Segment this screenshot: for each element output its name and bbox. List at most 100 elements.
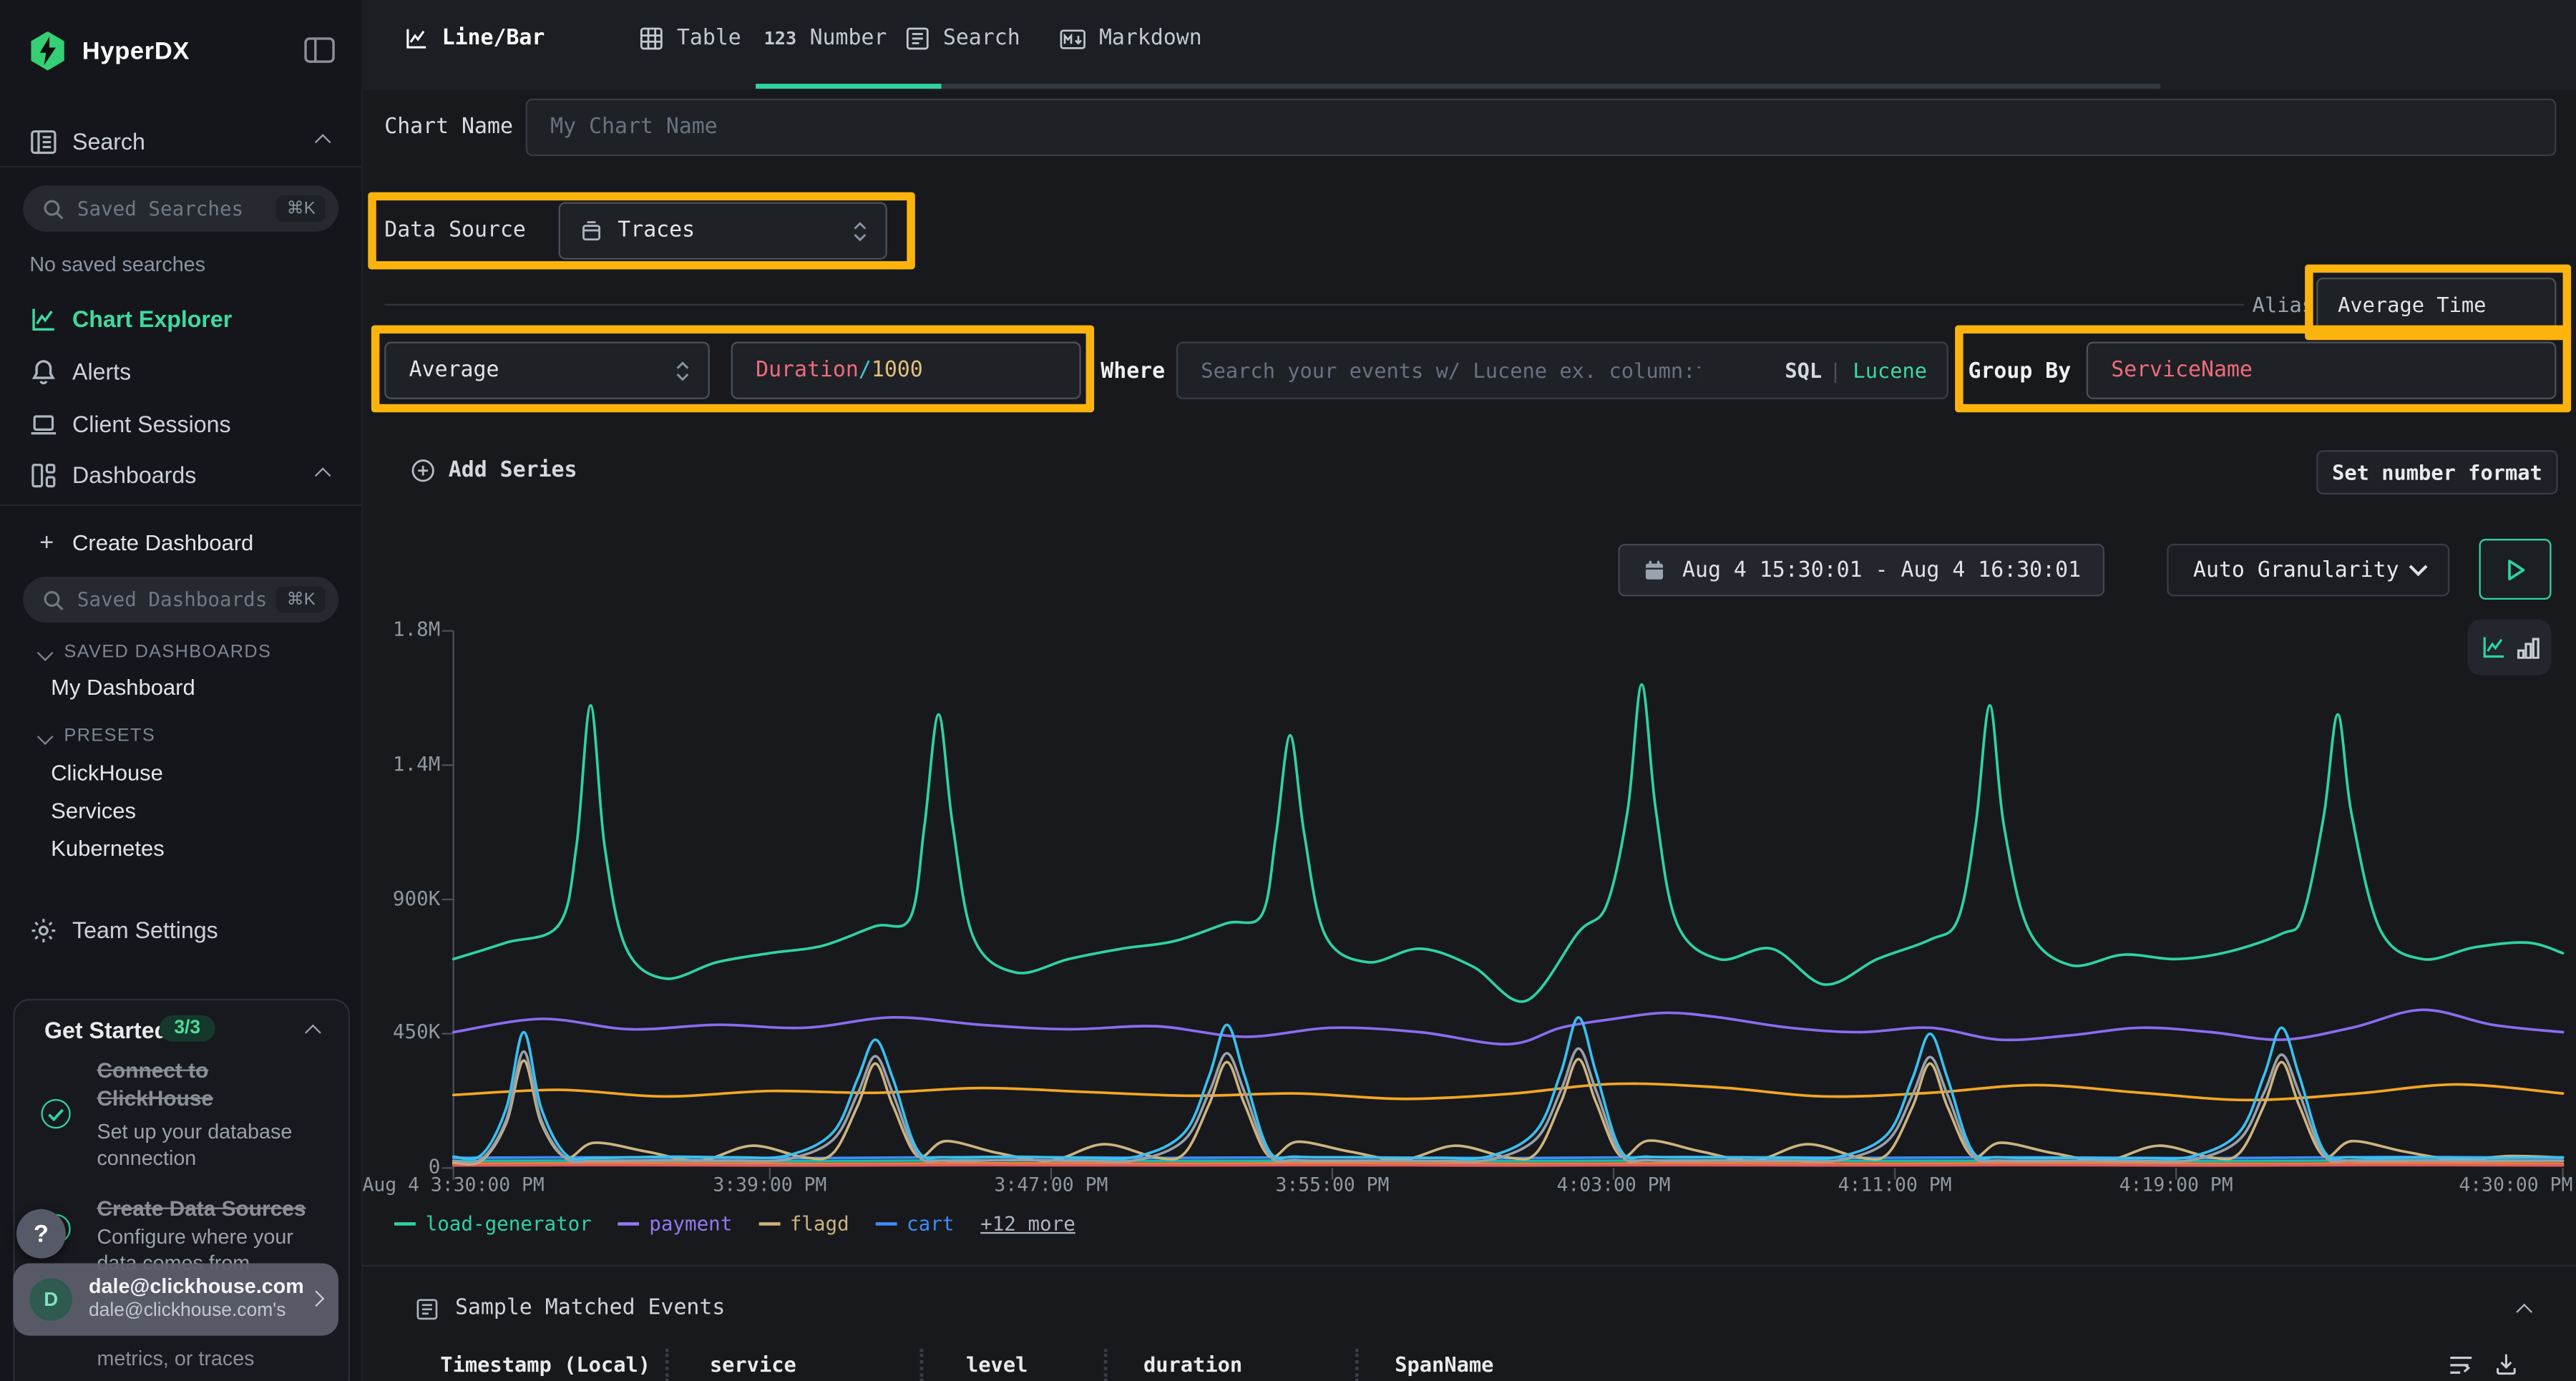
divider (0, 166, 361, 167)
saved-searches-input[interactable]: Saved Searches ⌘K (23, 185, 338, 231)
add-series-button[interactable]: Add Series (411, 459, 577, 483)
date-range-value: Aug 4 15:30:01 - Aug 4 16:30:01 (1682, 557, 2081, 582)
legend-item[interactable]: payment (618, 1212, 733, 1235)
column-resize-handle[interactable] (1355, 1349, 1359, 1381)
legend-more-link[interactable]: +12 more (980, 1212, 1075, 1235)
chart-legend: load-generator payment flagd cart +12 more (394, 1212, 1075, 1235)
timeseries-chart[interactable] (368, 616, 2576, 1194)
where-label: Where (1101, 360, 1165, 384)
sidebar-item-clickhouse[interactable]: ClickHouse (51, 761, 163, 785)
gear-icon (29, 916, 57, 944)
chart-explorer-icon (29, 305, 57, 333)
tab-table[interactable]: Table (639, 26, 741, 51)
data-source-select[interactable]: Traces (559, 202, 887, 259)
circle-plus-icon (411, 459, 435, 483)
alias-label: Alias (2253, 293, 2314, 317)
series-series-amber (454, 1163, 2563, 1164)
tab-underline-track (756, 84, 2160, 89)
y-tick-label: 1.4M (361, 752, 440, 775)
alias-input[interactable]: Average Time (2316, 278, 2556, 330)
sidebar-item-alerts[interactable]: Alerts (0, 351, 361, 391)
run-query-button[interactable] (2479, 539, 2552, 600)
sidebar-search-label: Search (72, 128, 145, 155)
legend-item[interactable]: load-generator (394, 1212, 592, 1235)
sidebar-item-my-dashboard[interactable]: My Dashboard (51, 675, 195, 700)
x-tick-label: 4:03:00 PM (1557, 1173, 1671, 1196)
chart-type-tabbar: Line/Bar Table 123 Number Search Markdow… (361, 0, 2576, 90)
column-header-timestamp-local-[interactable]: Timestamp (Local) (440, 1352, 650, 1377)
column-resize-handle[interactable] (665, 1349, 669, 1381)
brand-title: HyperDX (82, 38, 190, 66)
column-resize-handle[interactable] (1104, 1349, 1108, 1381)
chart-name-input[interactable] (526, 99, 2557, 156)
sidebar-item-services[interactable]: Services (51, 799, 136, 823)
chart-name-label: Chart Name (384, 115, 513, 140)
create-dashboard-button[interactable]: + Create Dashboard (0, 522, 361, 562)
date-range-button[interactable]: Aug 4 15:30:01 - Aug 4 16:30:01 (1618, 544, 2104, 596)
collapse-sidebar-icon[interactable] (304, 36, 336, 64)
get-started-item-title[interactable]: Connect to ClickHouse (97, 1056, 310, 1112)
legend-item[interactable]: cart (875, 1212, 954, 1235)
get-started-item-desc: Set up your database connection (97, 1119, 318, 1171)
series-payment (454, 1010, 2563, 1044)
saved-dashboards-placeholder: Saved Dashboards (77, 588, 267, 611)
tab-search[interactable]: Search (905, 26, 1020, 51)
hyperdx-logo-icon (29, 31, 66, 71)
field-token: Duration (756, 358, 859, 383)
chevron-right-icon (308, 1291, 325, 1307)
chevron-down-icon (37, 644, 54, 660)
collapse-events-icon[interactable] (2516, 1304, 2532, 1320)
shortcut-badge: ⌘K (277, 195, 326, 222)
group-by-input[interactable]: ServiceName (2087, 342, 2557, 399)
sidebar-item-team-settings[interactable]: Team Settings (0, 910, 361, 950)
x-tick-label: 4:30:00 PM (2459, 1173, 2572, 1196)
legend-item[interactable]: flagd (758, 1212, 849, 1235)
wrap-lines-icon[interactable] (2448, 1354, 2474, 1377)
set-number-format-button[interactable]: Set number format (2316, 450, 2557, 494)
granularity-select[interactable]: Auto Granularity (2167, 544, 2449, 596)
chevron-up-icon[interactable] (305, 1025, 321, 1041)
aggregation-select[interactable]: Average (384, 342, 710, 399)
column-header-spanname[interactable]: SpanName (1395, 1352, 1493, 1377)
select-chevrons-icon (851, 220, 869, 243)
list-box-icon (905, 26, 930, 51)
tab-number[interactable]: 123 Number (764, 26, 887, 51)
saved-searches-placeholder: Saved Searches (77, 197, 243, 220)
sidebar-item-dashboards[interactable]: Dashboards (0, 455, 361, 494)
saved-dashboards-input[interactable]: Saved Dashboards ⌘K (23, 577, 338, 623)
help-button[interactable]: ? (16, 1209, 66, 1259)
get-started-item-title[interactable]: Create Data Sources (97, 1194, 335, 1222)
get-started-progress-badge: 3/3 (160, 1015, 215, 1042)
series-series-cyan (454, 1018, 2563, 1159)
column-header-level[interactable]: level (966, 1352, 1028, 1377)
tab-line-bar[interactable]: Line/Bar (404, 26, 545, 51)
sidebar-item-chart-explorer[interactable]: Chart Explorer (0, 299, 361, 338)
shortcut-badge: ⌘K (277, 587, 326, 613)
number-123-icon: 123 (764, 28, 797, 49)
tab-markdown[interactable]: Markdown (1060, 26, 1202, 51)
download-icon[interactable] (2494, 1352, 2518, 1377)
field-expression-input[interactable]: Duration / 1000 (731, 342, 1081, 399)
presets-header[interactable]: PRESETS (39, 726, 155, 746)
calendar-icon (1643, 559, 1666, 582)
user-account-chip[interactable]: D dale@clickhouse.com dale@clickhouse.co… (13, 1264, 338, 1336)
where-input[interactable]: SQL | Lucene (1176, 342, 1948, 399)
sql-mode-toggle[interactable]: SQL (1785, 358, 1822, 383)
granularity-value: Auto Granularity (2193, 557, 2399, 582)
legend-label: cart (907, 1212, 954, 1235)
sidebar-item-kubernetes[interactable]: Kubernetes (51, 836, 165, 861)
chevron-up-icon (315, 467, 331, 483)
saved-dashboards-header[interactable]: SAVED DASHBOARDS (39, 643, 271, 663)
x-tick-label: 3:55:00 PM (1275, 1173, 1389, 1196)
chart-name-field[interactable] (527, 115, 2555, 140)
sidebar-item-client-sessions[interactable]: Client Sessions (0, 404, 361, 444)
column-resize-handle[interactable] (920, 1349, 924, 1381)
alias-divider-line (384, 304, 2244, 306)
legend-label: load-generator (426, 1212, 592, 1235)
sidebar-section-search[interactable]: Search (0, 122, 361, 161)
column-header-duration[interactable]: duration (1143, 1352, 1242, 1377)
team-settings-label: Team Settings (72, 917, 218, 943)
legend-dash-icon (394, 1222, 416, 1226)
lucene-mode-toggle[interactable]: Lucene (1853, 358, 1927, 383)
column-header-service[interactable]: service (710, 1352, 796, 1377)
